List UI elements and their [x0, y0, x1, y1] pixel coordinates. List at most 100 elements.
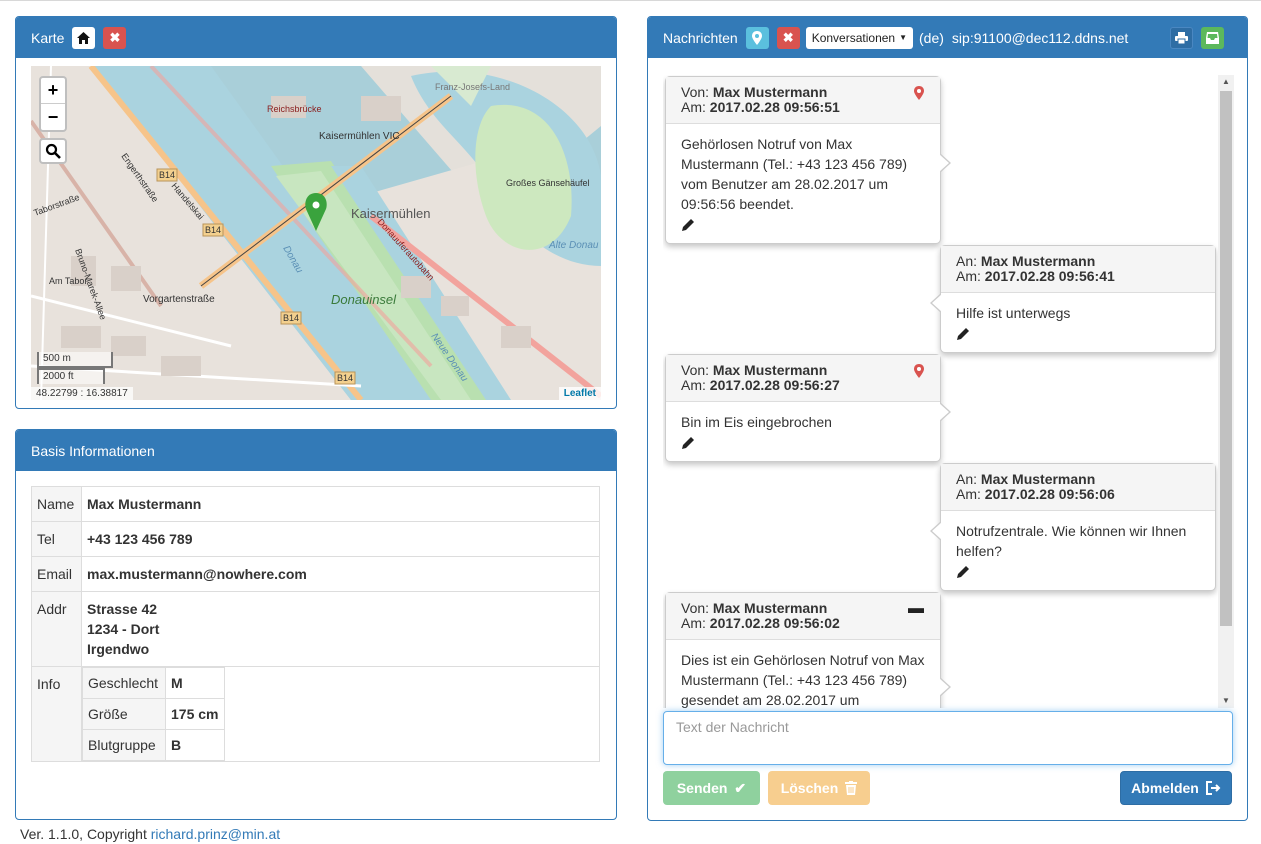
delete-label: Löschen [780, 780, 839, 796]
map-close-button[interactable]: ✖ [103, 26, 127, 49]
search-icon [45, 143, 61, 159]
addr-value: Strasse 42 1234 - Dort Irgendwo [81, 591, 600, 667]
message-date-label: Am: [681, 615, 706, 631]
home-icon [77, 31, 91, 44]
edit-button[interactable] [666, 436, 940, 461]
check-icon: ✔ [734, 779, 747, 796]
message-date: 2017.02.28 09:56:02 [709, 615, 840, 631]
logout-label: Abmelden [1131, 780, 1199, 796]
send-button[interactable]: Senden ✔ [663, 771, 760, 805]
message-body: Gehörlosen Notruf von Max Mustermann (Te… [681, 136, 908, 212]
message-item: Von: Max Mustermann Am: 2017.02.28 09:56… [665, 76, 951, 244]
footer-email-link[interactable]: richard.prinz@min.at [151, 826, 280, 842]
trash-icon [845, 781, 858, 795]
message-date: 2017.02.28 09:56:06 [984, 486, 1115, 502]
edit-button[interactable] [666, 218, 940, 243]
close-icon: ✖ [782, 29, 794, 45]
inbox-icon [1206, 32, 1219, 44]
addr-label: Addr [31, 591, 82, 667]
height-value: 175 cm [165, 698, 225, 730]
info-subtable-cell: Geschlecht M Größe 175 cm Blutgruppe B [81, 666, 600, 762]
message-list[interactable]: Von: Max Mustermann Am: 2017.02.28 09:56… [663, 75, 1234, 708]
map-marker-icon[interactable] [914, 86, 924, 100]
map-marker-icon [752, 30, 763, 45]
addr-line-3: Irgendwo [87, 641, 150, 657]
scrollbar-thumb[interactable] [1220, 91, 1232, 626]
sex-label: Geschlecht [82, 667, 166, 699]
map-label-b14-c: B14 [283, 313, 299, 323]
message-date: 2017.02.28 09:56:27 [709, 377, 840, 393]
message-header: Von: Max Mustermann Am: 2017.02.28 09:56… [666, 593, 940, 640]
message-direction: An: [956, 471, 978, 487]
map-coordinates: 48.22799 : 16.38817 [31, 387, 133, 400]
email-label: Email [31, 556, 82, 592]
zoom-in-button[interactable]: + [41, 78, 65, 104]
message-list-scrollbar[interactable]: ▲ ▼ [1218, 75, 1234, 708]
edit-button[interactable] [941, 327, 1215, 352]
info-row-email: Email max.mustermann@nowhere.com [31, 556, 600, 592]
leaflet-attribution[interactable]: Leaflet [558, 387, 601, 400]
bubble-arrow [939, 402, 951, 422]
map-label-b14-a: B14 [159, 170, 175, 180]
addr-line-1: Strasse 42 [87, 601, 158, 617]
message-header: Von: Max Mustermann Am: 2017.02.28 09:56… [666, 77, 940, 124]
message-date-label: Am: [681, 377, 706, 393]
send-label: Senden [676, 780, 728, 796]
map-search-button[interactable] [39, 138, 67, 164]
edit-button[interactable] [941, 565, 1215, 590]
message-direction: Von: [681, 84, 710, 100]
message-date-label: Am: [956, 268, 981, 284]
message-header: An: Max Mustermann Am: 2017.02.28 09:56:… [941, 464, 1215, 511]
footer: Ver. 1.1.0, Copyright richard.prinz@min.… [20, 826, 280, 842]
caret-down-icon: ▼ [899, 33, 908, 42]
map-label-am-tabor: Am Tabor [49, 276, 87, 286]
message-header: An: Max Mustermann Am: 2017.02.28 09:56:… [941, 246, 1215, 293]
zoom-out-button[interactable]: − [41, 104, 65, 130]
print-button[interactable] [1170, 27, 1193, 49]
info-row-info: Info Geschlecht M Größe 175 cm Blutgrupp… [31, 666, 600, 762]
scroll-down-arrow[interactable]: ▼ [1218, 694, 1234, 708]
info-subtable: Geschlecht M Größe 175 cm Blutgruppe B [82, 667, 225, 761]
map-label-vorgartenstrasse: Vorgartenstraße [143, 294, 215, 305]
language-indicator: (de) [919, 29, 944, 46]
info-panel-title: Basis Informationen [31, 442, 155, 459]
map-zoom-control: + − [39, 76, 67, 132]
message-body: Hilfe ist unterwegs [956, 305, 1071, 321]
map-panel-title: Karte [31, 29, 65, 46]
message-direction: Von: [681, 600, 710, 616]
inbox-button[interactable] [1201, 27, 1224, 49]
message-item: Von: Max Mustermann Am: 2017.02.28 09:56… [665, 354, 951, 462]
info-panel: Basis Informationen Name Max Mustermann … [15, 429, 617, 820]
message-body: Dies ist ein Gehörlosen Notruf von Max M… [681, 652, 925, 708]
scale-metric: 500 m [37, 352, 113, 368]
print-icon [1175, 32, 1188, 44]
message-direction: An: [956, 253, 978, 269]
minus-icon[interactable]: ▬ [908, 601, 924, 617]
message-item: Von: Max Mustermann Am: 2017.02.28 09:56… [665, 592, 951, 708]
message-recipient: Max Mustermann [980, 471, 1096, 487]
map-view[interactable]: Kaisermühlen Donauinsel Vorgartenstraße … [31, 66, 601, 400]
message-direction: Von: [681, 362, 710, 378]
message-item: An: Max Mustermann Am: 2017.02.28 09:56:… [930, 245, 1216, 353]
message-input[interactable] [663, 711, 1233, 765]
home-button[interactable] [72, 26, 96, 49]
delete-button[interactable]: Löschen [768, 771, 870, 805]
message-item: An: Max Mustermann Am: 2017.02.28 09:56:… [930, 463, 1216, 591]
logout-button[interactable]: Abmelden [1120, 771, 1232, 805]
scale-imperial: 2000 ft [37, 368, 105, 384]
scroll-up-arrow[interactable]: ▲ [1218, 75, 1234, 89]
info-label: Info [31, 666, 82, 762]
addr-line-2: 1234 - Dort [87, 621, 160, 637]
map-marker-icon[interactable] [914, 364, 924, 378]
sex-value: M [165, 667, 225, 699]
email-value: max.mustermann@nowhere.com [81, 556, 600, 592]
bubble-arrow [939, 153, 951, 173]
map-label-alte-donau: Alte Donau [548, 240, 599, 251]
location-button[interactable] [745, 26, 769, 49]
conversation-select[interactable]: Konversationen ▼ [805, 26, 914, 49]
messages-close-button[interactable]: ✖ [776, 26, 800, 49]
message-date: 2017.02.28 09:56:51 [709, 99, 840, 115]
pencil-icon [957, 566, 969, 578]
map-label-reichsbruecke: Reichsbrücke [267, 104, 322, 114]
tel-value: +43 123 456 789 [81, 521, 600, 557]
